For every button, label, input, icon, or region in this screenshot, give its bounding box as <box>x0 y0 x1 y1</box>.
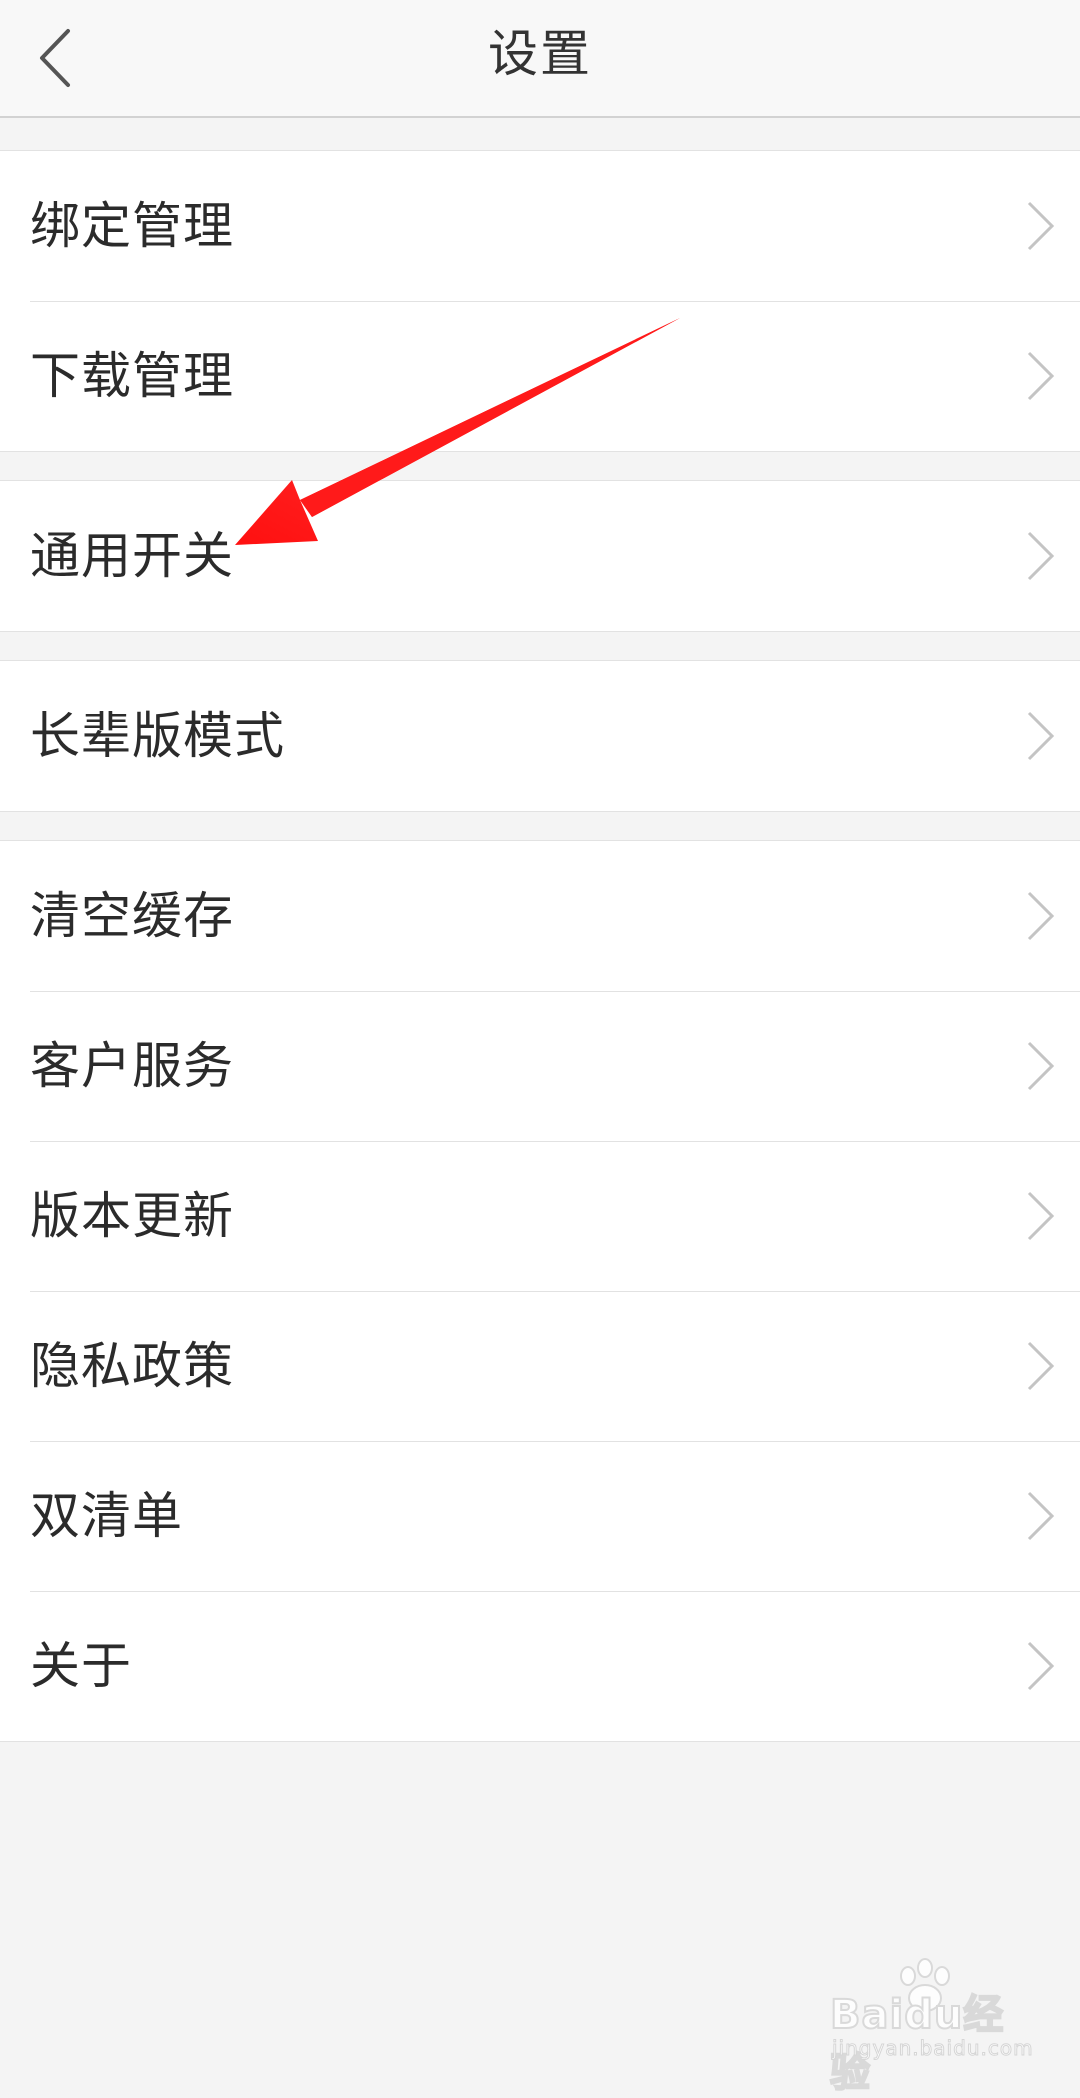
settings-item-label: 清空缓存 <box>30 887 234 945</box>
page-title: 设置 <box>488 25 592 83</box>
settings-group-3: 长辈版模式 <box>0 660 1080 812</box>
settings-item-label: 双清单 <box>30 1487 183 1545</box>
settings-item-label: 关于 <box>30 1637 132 1695</box>
settings-item-download-management[interactable]: 下载管理 <box>0 301 1080 451</box>
settings-group-2: 通用开关 <box>0 480 1080 632</box>
settings-item-label: 通用开关 <box>30 527 234 585</box>
settings-item-version-update[interactable]: 版本更新 <box>0 1141 1080 1291</box>
chevron-right-icon <box>1027 351 1055 401</box>
watermark-url: jingyan.baidu.com <box>832 2036 1034 2061</box>
chevron-right-icon <box>1027 1641 1055 1691</box>
settings-group-1: 绑定管理 下载管理 <box>0 150 1080 452</box>
navigation-bar: 设置 <box>0 0 1080 118</box>
watermark: Baidu经验 jingyan.baidu.com <box>822 1958 1034 2097</box>
settings-item-customer-service[interactable]: 客户服务 <box>0 991 1080 1141</box>
settings-item-label: 下载管理 <box>30 347 234 405</box>
chevron-right-icon <box>1027 711 1055 761</box>
settings-item-dual-lists[interactable]: 双清单 <box>0 1441 1080 1591</box>
settings-group-4: 清空缓存 客户服务 版本更新 隐私政策 双清单 关于 <box>0 840 1080 1742</box>
settings-item-label: 版本更新 <box>30 1187 234 1245</box>
settings-item-label: 隐私政策 <box>30 1337 234 1395</box>
chevron-right-icon <box>1027 891 1055 941</box>
chevron-right-icon <box>1027 531 1055 581</box>
chevron-right-icon <box>1027 1491 1055 1541</box>
chevron-right-icon <box>1027 1191 1055 1241</box>
settings-item-general-switches[interactable]: 通用开关 <box>0 481 1080 631</box>
settings-item-label: 客户服务 <box>30 1037 234 1095</box>
chevron-right-icon <box>1027 1341 1055 1391</box>
chevron-right-icon <box>1027 201 1055 251</box>
settings-item-elder-mode[interactable]: 长辈版模式 <box>0 661 1080 811</box>
settings-item-binding-management[interactable]: 绑定管理 <box>0 151 1080 301</box>
chevron-right-icon <box>1027 1041 1055 1091</box>
settings-item-label: 长辈版模式 <box>30 707 285 765</box>
settings-item-about[interactable]: 关于 <box>0 1591 1080 1741</box>
settings-item-label: 绑定管理 <box>30 197 234 255</box>
settings-item-clear-cache[interactable]: 清空缓存 <box>0 841 1080 991</box>
settings-item-privacy-policy[interactable]: 隐私政策 <box>0 1291 1080 1441</box>
